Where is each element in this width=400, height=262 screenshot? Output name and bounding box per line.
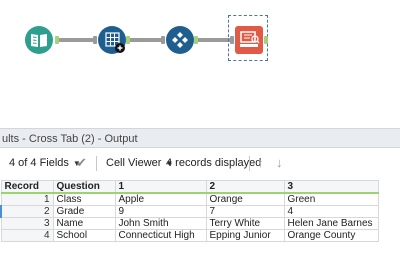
table-cell[interactable]: Grade — [52, 205, 116, 218]
table-cell[interactable]: Terry White — [205, 217, 285, 230]
table-cell[interactable]: 4 — [283, 205, 379, 218]
viewer-selector[interactable]: Cell Viewer ▼ — [106, 149, 173, 177]
record-number: 2 — [0, 205, 54, 218]
arrow-down-icon[interactable]: ↓ — [276, 149, 283, 177]
record-number: 4 — [0, 229, 54, 242]
table-cell[interactable]: John Smith — [114, 217, 207, 230]
browse-icon — [235, 26, 263, 54]
table-cell[interactable]: Orange — [205, 192, 285, 206]
checkmark-icon[interactable]: ✔ — [76, 149, 87, 177]
fields-label: 4 of 4 Fields — [9, 157, 69, 169]
table-row[interactable]: 4 School Connecticut High Epping Junior … — [0, 229, 379, 242]
table-cell[interactable]: Name — [52, 217, 116, 230]
table-cell[interactable]: Class — [52, 192, 116, 206]
connection-line[interactable] — [127, 38, 163, 42]
table-cell[interactable]: 9 — [114, 205, 207, 218]
union-tool[interactable] — [165, 25, 195, 55]
table-cell[interactable]: Apple — [114, 192, 207, 206]
table-cell[interactable]: Orange County — [283, 229, 379, 242]
record-number: 3 — [0, 217, 54, 230]
table-cell[interactable]: Connecticut High — [114, 229, 207, 242]
table-cell[interactable]: Helen Jane Barnes — [283, 217, 379, 230]
output-anchor[interactable] — [55, 36, 59, 44]
results-toolbar: 4 of 4 Fields ▼ ✔ Cell Viewer ▼ 4 records … — [0, 149, 400, 177]
cross-tab-icon — [98, 26, 126, 54]
results-panel-title: ults - Cross Tab (2) - Output — [0, 128, 400, 148]
column-header[interactable]: 2 — [205, 180, 285, 194]
output-anchor[interactable] — [126, 36, 130, 44]
arrow-up-icon[interactable]: ↑ — [257, 149, 264, 177]
table-cell[interactable]: Epping Junior — [205, 229, 285, 242]
book-icon — [25, 26, 53, 54]
results-panel: ults - Cross Tab (2) - Output 4 of 4 Fie… — [0, 120, 400, 262]
output-anchor[interactable] — [264, 36, 268, 44]
table-row[interactable]: 2 Grade 9 7 4 — [0, 205, 379, 218]
browse-tool[interactable] — [234, 25, 264, 55]
toolbar-divider — [96, 156, 97, 171]
cross-tab-tool[interactable] — [97, 25, 127, 55]
input-data-tool[interactable] — [24, 25, 54, 55]
record-number: 1 — [0, 192, 54, 206]
grid-header-row: Record Question 1 2 3 — [0, 180, 379, 194]
workflow-canvas[interactable] — [0, 0, 400, 120]
column-header[interactable]: 3 — [283, 180, 379, 194]
table-row[interactable]: 3 Name John Smith Terry White Helen Jane… — [0, 217, 379, 230]
records-count: 4 records displayed — [166, 157, 262, 169]
fields-selector[interactable]: 4 of 4 Fields ▼ — [9, 149, 81, 177]
union-icon — [166, 26, 194, 54]
connection-line[interactable] — [57, 38, 95, 42]
results-grid: Record Question 1 2 3 1 Class Apple Oran… — [0, 180, 379, 242]
column-header[interactable]: Record — [0, 180, 54, 194]
table-row[interactable]: 1 Class Apple Orange Green — [0, 192, 379, 206]
viewer-label: Cell Viewer — [106, 157, 162, 169]
column-header[interactable]: Question — [52, 180, 116, 194]
column-header[interactable]: 1 — [114, 180, 207, 194]
output-anchor[interactable] — [194, 36, 198, 44]
connection-line[interactable] — [196, 38, 232, 42]
toolbar-divider — [249, 156, 250, 171]
table-cell[interactable]: School — [52, 229, 116, 242]
table-cell[interactable]: 7 — [205, 205, 285, 218]
table-cell[interactable]: Green — [283, 192, 379, 206]
